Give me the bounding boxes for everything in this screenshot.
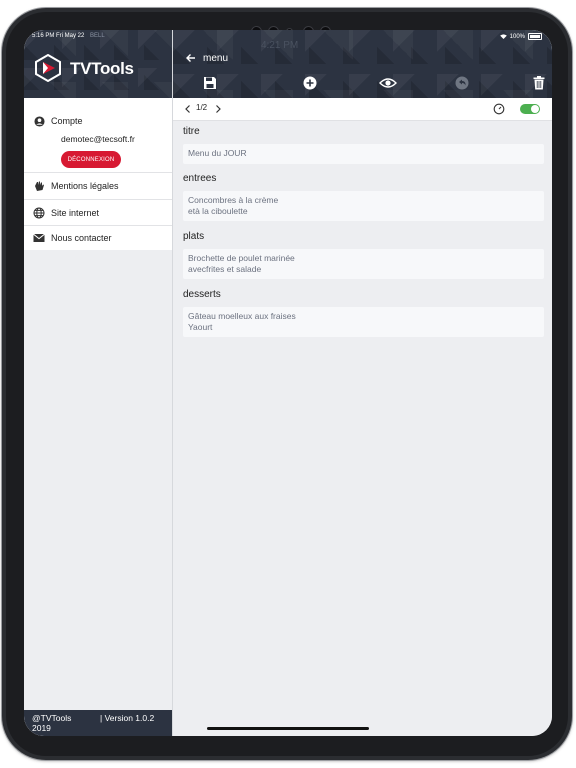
chevron-right-icon[interactable] — [213, 103, 223, 115]
main-panel: 4:21 PM 100% menu 1/2 titre Menu du JOUR… — [173, 30, 552, 736]
status-center-time: 4:21 PM — [261, 40, 299, 51]
add-button[interactable] — [301, 74, 319, 92]
titre-field[interactable]: Menu du JOUR — [183, 144, 544, 164]
tvtools-logo-icon — [35, 54, 61, 82]
enabled-toggle[interactable] — [520, 104, 540, 114]
pager-bar: 1/2 — [173, 98, 552, 121]
header-title: menu — [203, 52, 229, 64]
sidebar-item-label: Site internet — [51, 207, 100, 218]
sidebar-item-site-internet[interactable]: Site internet — [24, 200, 172, 225]
sidebar: 5:16 PM Fri May 22 BELL TVTools Compte d… — [24, 30, 173, 736]
envelope-icon — [33, 232, 45, 244]
field-line: Brochette de poulet marinée — [188, 253, 295, 263]
floppy-disk-icon — [204, 77, 216, 89]
footer-version: | Version 1.0.2 — [100, 713, 155, 723]
delete-button[interactable] — [530, 74, 548, 92]
field-line: Menu du JOUR — [188, 148, 247, 158]
entrees-field[interactable]: Concombres à la crème età la ciboulette — [183, 191, 544, 221]
globe-icon — [33, 207, 45, 219]
app-screen: 5:16 PM Fri May 22 BELL TVTools Compte d… — [24, 30, 552, 736]
arrow-left-icon — [186, 54, 195, 62]
undo-icon — [455, 76, 469, 90]
battery-icon — [528, 33, 542, 40]
status-bar-left: 5:16 PM Fri May 22 BELL — [32, 33, 105, 39]
field-line: Gâteau moelleux aux fraises — [188, 311, 296, 321]
plus-circle-icon — [303, 76, 317, 90]
desserts-field[interactable]: Gâteau moelleux aux fraises Yaourt — [183, 307, 544, 337]
sidebar-item-label: Mentions légales — [51, 181, 119, 191]
status-time-date: 5:16 PM Fri May 22 — [32, 33, 85, 39]
back-button[interactable]: menu — [185, 52, 228, 64]
section-label-titre: titre — [183, 126, 200, 137]
field-line: avecfrites et salade — [188, 264, 262, 274]
preview-button[interactable] — [377, 74, 399, 92]
sidebar-header: 5:16 PM Fri May 22 BELL TVTools — [24, 30, 172, 98]
sidebar-item-label: Nous contacter — [51, 233, 112, 243]
plats-field[interactable]: Brochette de poulet marinée avecfrites e… — [183, 249, 544, 279]
chevron-left-icon[interactable] — [183, 103, 193, 115]
section-label-plats: plats — [183, 231, 205, 242]
page-indicator: 1/2 — [196, 103, 208, 112]
trash-icon — [533, 76, 545, 90]
clock-icon[interactable] — [493, 103, 505, 115]
save-button[interactable] — [201, 74, 219, 92]
undo-button[interactable] — [453, 74, 471, 92]
account-row: Compte — [24, 114, 172, 128]
hand-pointer-icon — [33, 180, 45, 192]
section-label-entrees: entrees — [183, 173, 217, 184]
user-icon — [33, 115, 45, 127]
battery-percent: 100% — [509, 33, 525, 40]
account-email: demotec@tecsoft.fr — [61, 134, 135, 144]
account-label: Compte — [51, 116, 83, 126]
home-indicator[interactable] — [207, 727, 369, 730]
field-line: Yaourt — [188, 322, 213, 332]
sidebar-item-mentions-legales[interactable]: Mentions légales — [24, 173, 172, 199]
footer-copyright: @TVTools 2019 — [32, 713, 72, 733]
wifi-icon — [499, 34, 507, 39]
field-line: età la ciboulette — [188, 206, 248, 216]
main-header: 4:21 PM 100% menu — [173, 30, 552, 98]
brand-name: TVTools — [70, 59, 134, 78]
sidebar-footer: @TVTools 2019 | Version 1.0.2 — [24, 710, 172, 736]
status-bar-right: 100% — [499, 33, 542, 40]
logout-button[interactable]: DÉCONNEXION — [61, 151, 121, 168]
status-carrier: BELL — [90, 33, 105, 39]
eye-icon — [379, 78, 397, 88]
field-line: Concombres à la crème — [188, 195, 279, 205]
sidebar-item-nous-contacter[interactable]: Nous contacter — [24, 226, 172, 250]
section-label-desserts: desserts — [183, 289, 221, 300]
